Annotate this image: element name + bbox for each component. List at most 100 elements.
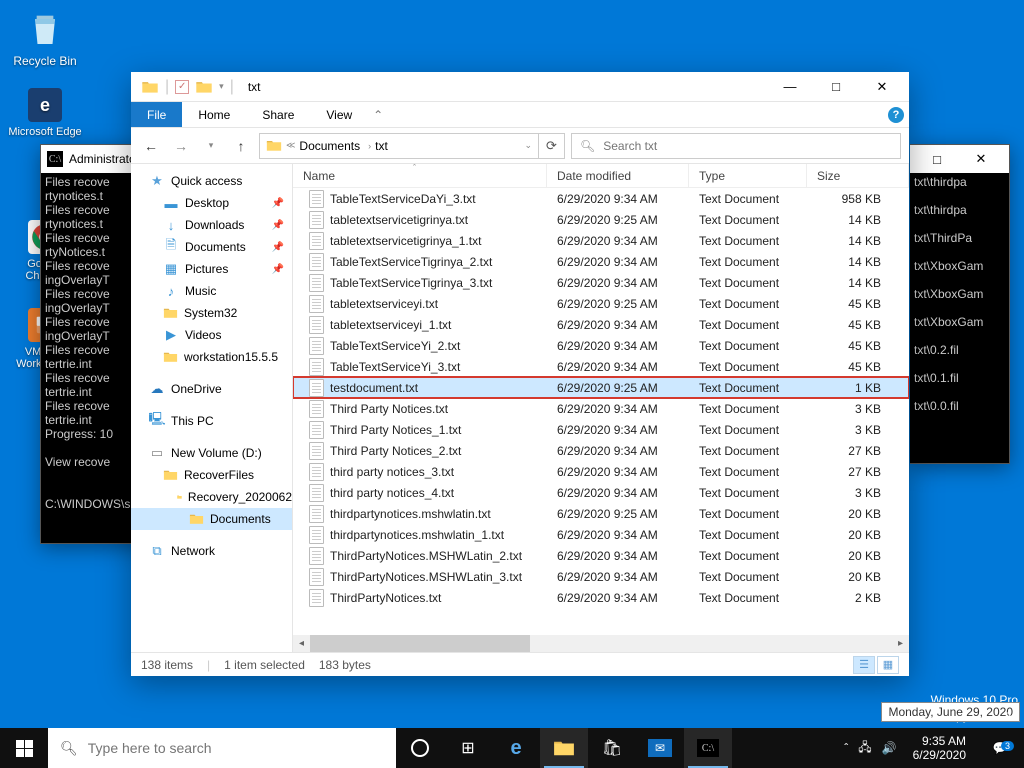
- nav-back-button[interactable]: ←: [139, 134, 163, 158]
- column-header-date[interactable]: Date modified: [547, 164, 689, 187]
- pin-icon: 📌: [272, 242, 284, 253]
- file-row[interactable]: ThirdPartyNotices.MSHWLatin_3.txt6/29/20…: [293, 566, 909, 587]
- horizontal-scrollbar[interactable]: ◂ ▸: [293, 635, 909, 652]
- nav-quick-access[interactable]: ★Quick access: [131, 170, 292, 192]
- file-row[interactable]: tabletextservicetigrinya.txt6/29/2020 9:…: [293, 209, 909, 230]
- nav-item-recoverfiles[interactable]: RecoverFiles: [131, 464, 292, 486]
- refresh-button[interactable]: ⟳: [539, 133, 565, 159]
- cmd-close-button[interactable]: ✕: [959, 145, 1003, 173]
- nav-history-dropdown[interactable]: ▾: [199, 134, 223, 158]
- scroll-right-button[interactable]: ▸: [892, 635, 909, 652]
- desktop-icon-recycle-bin[interactable]: Recycle Bin: [8, 8, 82, 68]
- nav-item-pictures[interactable]: ▦Pictures📌: [131, 258, 292, 280]
- taskbar-search[interactable]: 🔍︎: [48, 728, 396, 768]
- file-type: Text Document: [689, 570, 807, 584]
- file-row[interactable]: tabletextserviceyi_1.txt6/29/2020 9:34 A…: [293, 314, 909, 335]
- nav-item-system32[interactable]: System32: [131, 302, 292, 324]
- file-row[interactable]: TableTextServiceDaYi_3.txt6/29/2020 9:34…: [293, 188, 909, 209]
- chevron-right-icon[interactable]: ≪: [286, 140, 295, 151]
- file-row[interactable]: ThirdPartyNotices.MSHWLatin_2.txt6/29/20…: [293, 545, 909, 566]
- close-button[interactable]: ✕: [859, 72, 905, 102]
- taskbar-app-store[interactable]: 🛍: [588, 728, 636, 768]
- taskbar-app-cmd[interactable]: C:\: [684, 728, 732, 768]
- folder-icon[interactable]: [195, 80, 213, 94]
- file-row[interactable]: third party notices_4.txt6/29/2020 9:34 …: [293, 482, 909, 503]
- text-file-icon: [309, 379, 324, 397]
- tab-home[interactable]: Home: [182, 102, 246, 127]
- nav-new-volume[interactable]: ▭New Volume (D:): [131, 442, 292, 464]
- column-header-type[interactable]: Type: [689, 164, 807, 187]
- file-row[interactable]: TableTextServiceTigrinya_3.txt6/29/2020 …: [293, 272, 909, 293]
- address-bar-row: ← → ▾ ↑ ≪ Documents› txt ⌄ ⟳ 🔍︎: [131, 128, 909, 164]
- action-center-button[interactable]: 💬 3: [982, 741, 1018, 755]
- view-details-button[interactable]: ☰: [853, 656, 875, 674]
- taskbar-app-mail[interactable]: ✉: [636, 728, 684, 768]
- address-dropdown-icon[interactable]: ⌄: [524, 140, 532, 151]
- file-row[interactable]: TableTextServiceTigrinya_2.txt6/29/2020 …: [293, 251, 909, 272]
- nav-item-music[interactable]: ♪Music: [131, 280, 292, 302]
- file-row[interactable]: Third Party Notices.txt6/29/2020 9:34 AM…: [293, 398, 909, 419]
- nav-item-documents-current[interactable]: Documents: [131, 508, 292, 530]
- column-header-size[interactable]: Size: [807, 164, 909, 187]
- breadcrumb-item[interactable]: txt: [375, 139, 388, 153]
- nav-up-button[interactable]: ↑: [229, 134, 253, 158]
- file-row[interactable]: Third Party Notices_1.txt6/29/2020 9:34 …: [293, 419, 909, 440]
- cmd-window-right[interactable]: — □ ✕ txt\thirdpa txt\thirdpa txt\ThirdP…: [910, 144, 1010, 464]
- file-row[interactable]: Third Party Notices_2.txt6/29/2020 9:34 …: [293, 440, 909, 461]
- file-name: TableTextServiceTigrinya_3.txt: [330, 276, 492, 290]
- minimize-button[interactable]: —: [767, 72, 813, 102]
- start-button[interactable]: [0, 728, 48, 768]
- nav-item-workstation[interactable]: workstation15.5.5: [131, 346, 292, 368]
- taskbar-app-explorer[interactable]: [540, 728, 588, 768]
- help-button[interactable]: ?: [883, 102, 909, 127]
- view-icons-button[interactable]: ▦: [877, 656, 899, 674]
- task-view-button[interactable]: ⊞: [444, 728, 492, 768]
- file-row[interactable]: ThirdPartyNotices.txt6/29/2020 9:34 AMTe…: [293, 587, 909, 608]
- maximize-button[interactable]: □: [813, 72, 859, 102]
- tray-chevron-up-icon[interactable]: ˆ: [844, 741, 848, 755]
- nav-item-desktop[interactable]: ▬Desktop📌: [131, 192, 292, 214]
- file-row[interactable]: thirdpartynotices.mshwlatin.txt6/29/2020…: [293, 503, 909, 524]
- cortana-button[interactable]: [396, 728, 444, 768]
- tray-network-icon[interactable]: 🖧: [858, 738, 871, 759]
- file-row[interactable]: tabletextservicetigrinya_1.txt6/29/2020 …: [293, 230, 909, 251]
- breadcrumb-item[interactable]: Documents›: [299, 139, 371, 153]
- cmd-titlebar-right[interactable]: — □ ✕: [910, 145, 1009, 173]
- file-row[interactable]: thirdpartynotices.mshwlatin_1.txt6/29/20…: [293, 524, 909, 545]
- tab-file[interactable]: File: [131, 102, 182, 127]
- nav-network[interactable]: ⧉Network: [131, 540, 292, 562]
- fe-titlebar[interactable]: | ✓ ▾ | txt — □ ✕: [131, 72, 909, 102]
- tab-share[interactable]: Share: [246, 102, 310, 127]
- scroll-thumb[interactable]: [310, 635, 530, 652]
- nav-this-pc[interactable]: 🖳This PC: [131, 410, 292, 432]
- file-row[interactable]: testdocument.txt6/29/2020 9:25 AMText Do…: [293, 377, 909, 398]
- cmd-maximize-button[interactable]: □: [915, 145, 959, 173]
- address-bar[interactable]: ≪ Documents› txt ⌄: [259, 133, 539, 159]
- search-box[interactable]: 🔍︎: [571, 133, 901, 159]
- tab-view[interactable]: View: [310, 102, 368, 127]
- taskbar-search-input[interactable]: [88, 740, 384, 756]
- nav-item-recovery[interactable]: Recovery_2020062: [131, 486, 292, 508]
- ribbon-collapse-button[interactable]: ⌃: [368, 102, 388, 127]
- search-input[interactable]: [603, 139, 892, 153]
- scroll-left-button[interactable]: ◂: [293, 635, 310, 652]
- desktop-icon-edge[interactable]: e Microsoft Edge: [8, 88, 82, 138]
- text-file-icon: [309, 316, 324, 334]
- file-row[interactable]: tabletextserviceyi.txt6/29/2020 9:25 AMT…: [293, 293, 909, 314]
- nav-onedrive[interactable]: ☁OneDrive: [131, 378, 292, 400]
- nav-item-downloads[interactable]: ↓Downloads📌: [131, 214, 292, 236]
- taskbar-app-edge[interactable]: e: [492, 728, 540, 768]
- nav-item-documents[interactable]: 🗎Documents📌: [131, 236, 292, 258]
- scroll-track[interactable]: [310, 635, 892, 652]
- tray-clock[interactable]: 9:35 AM 6/29/2020: [907, 734, 972, 762]
- qa-check-icon[interactable]: ✓: [175, 80, 189, 94]
- qa-dropdown-icon[interactable]: ▾: [219, 81, 224, 92]
- nav-item-videos[interactable]: ▶Videos: [131, 324, 292, 346]
- file-row[interactable]: third party notices_3.txt6/29/2020 9:34 …: [293, 461, 909, 482]
- column-header-name[interactable]: Name: [293, 164, 547, 187]
- file-row[interactable]: TableTextServiceYi_3.txt6/29/2020 9:34 A…: [293, 356, 909, 377]
- chevron-right-icon[interactable]: ›: [368, 141, 371, 151]
- tray-volume-icon[interactable]: 🔊: [882, 741, 897, 755]
- file-row[interactable]: TableTextServiceYi_2.txt6/29/2020 9:34 A…: [293, 335, 909, 356]
- nav-forward-button[interactable]: →: [169, 134, 193, 158]
